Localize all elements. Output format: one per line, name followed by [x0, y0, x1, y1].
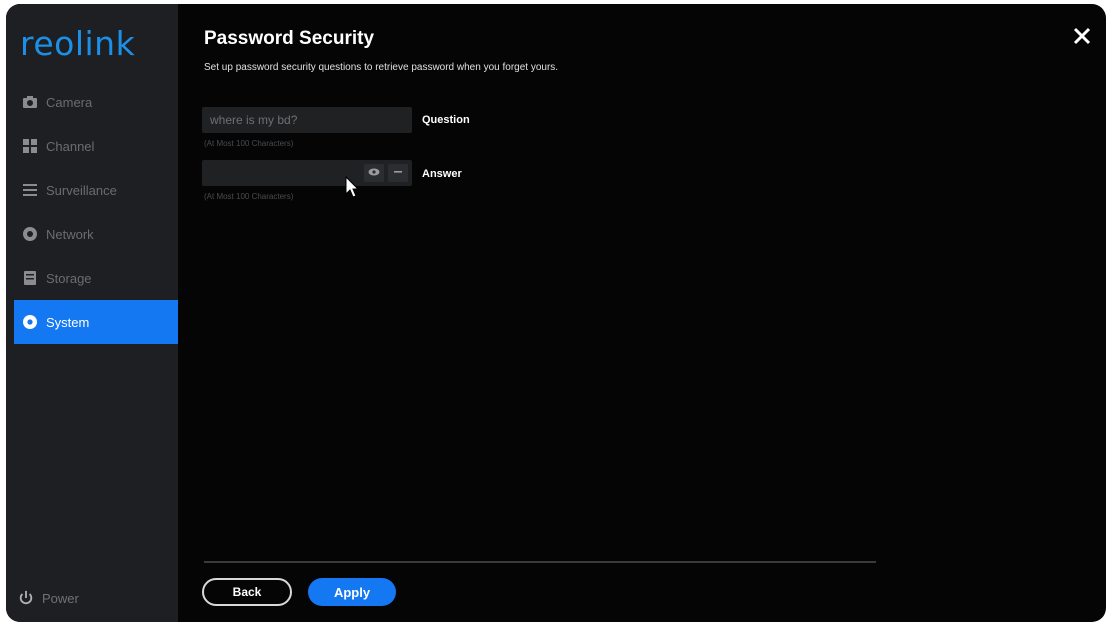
sidebar-item-label: Network — [46, 226, 94, 242]
settings-window: reolink Camera Channel Surveillance Netw… — [6, 4, 1106, 622]
camera-icon — [22, 94, 38, 110]
page-title: Password Security — [204, 28, 375, 49]
power-label: Power — [42, 590, 79, 606]
storage-icon — [22, 270, 38, 286]
answer-label: Answer — [422, 168, 462, 180]
apply-button[interactable]: Apply — [308, 578, 396, 606]
sidebar: reolink Camera Channel Surveillance Netw… — [6, 4, 178, 622]
list-icon — [22, 182, 38, 198]
eye-icon — [368, 164, 380, 182]
page-subtitle: Set up password security questions to re… — [204, 62, 559, 73]
sidebar-item-label: System — [46, 314, 90, 330]
mouse-pointer-icon — [345, 175, 361, 205]
show-password-button[interactable] — [364, 164, 384, 182]
clear-answer-button[interactable] — [388, 164, 408, 182]
sidebar-item-camera[interactable]: Camera — [14, 80, 178, 124]
sidebar-item-channel[interactable]: Channel — [14, 124, 178, 168]
sidebar-item-label: Surveillance — [46, 182, 117, 198]
question-hint: (At Most 100 Characters) — [204, 139, 294, 148]
main-panel: Password Security Set up password securi… — [178, 4, 1106, 622]
answer-field[interactable] — [202, 160, 412, 186]
question-label: Question — [422, 114, 470, 126]
sidebar-item-label: Camera — [46, 94, 93, 110]
reolink-logo: reolink — [20, 24, 136, 63]
footer-divider — [204, 561, 876, 563]
sidebar-item-label: Channel — [46, 138, 95, 154]
sidebar-item-storage[interactable]: Storage — [14, 256, 178, 300]
answer-hint: (At Most 100 Characters) — [204, 192, 294, 201]
gear-icon — [22, 314, 38, 330]
sidebar-item-surveillance[interactable]: Surveillance — [14, 168, 178, 212]
close-icon — [1073, 27, 1091, 50]
answer-actions — [364, 164, 408, 182]
question-field[interactable] — [202, 107, 412, 133]
back-button[interactable]: Back — [202, 578, 292, 606]
power-icon — [18, 590, 34, 606]
question-input[interactable] — [202, 107, 412, 133]
channel-grid-icon — [22, 138, 38, 154]
sidebar-item-network[interactable]: Network — [14, 212, 178, 256]
close-button[interactable] — [1068, 24, 1096, 52]
sidebar-item-label: Storage — [46, 270, 92, 286]
sidebar-item-system[interactable]: System — [14, 300, 178, 344]
globe-icon — [22, 226, 38, 242]
dash-icon — [393, 164, 403, 182]
power-button[interactable]: Power — [18, 590, 79, 606]
